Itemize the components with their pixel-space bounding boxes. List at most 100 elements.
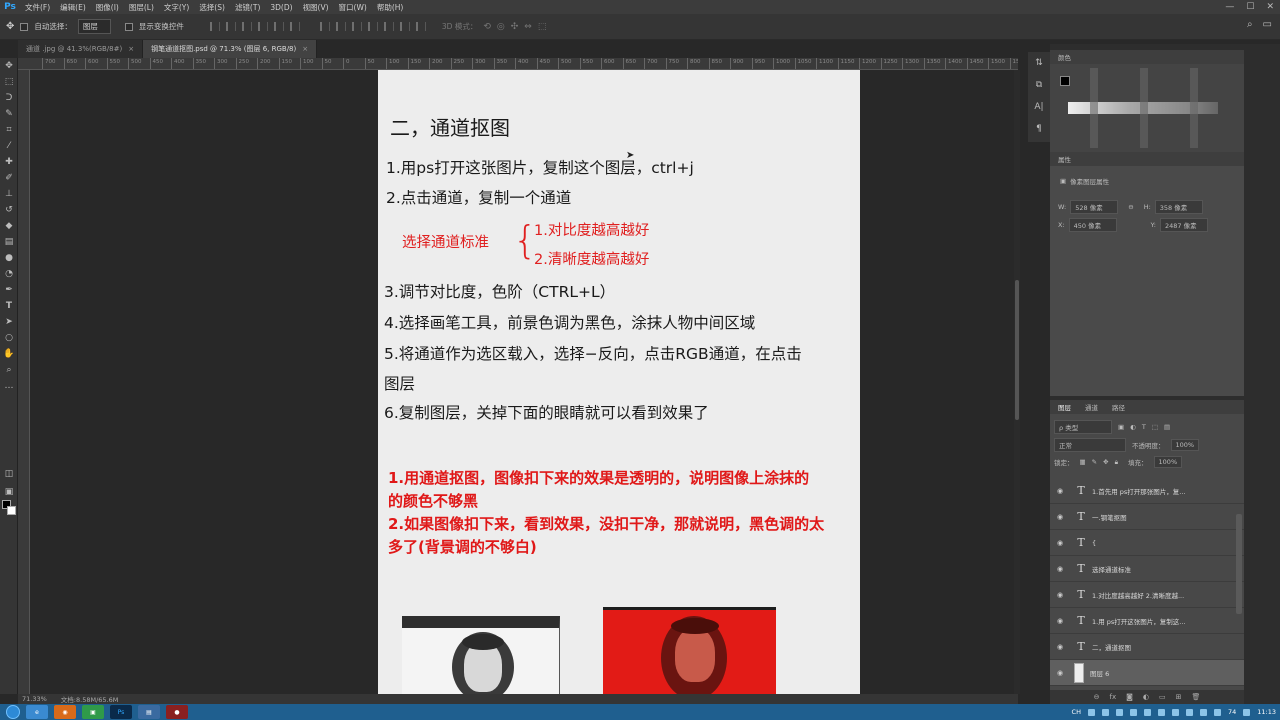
color-panel[interactable]	[1050, 64, 1244, 154]
3d-scale-icon[interactable]: ⬚	[538, 22, 547, 32]
layers-scrollbar[interactable]	[1236, 514, 1242, 614]
eye-icon[interactable]: ◉	[1050, 617, 1070, 625]
clock[interactable]: 11:13	[1257, 708, 1276, 716]
tray-icon[interactable]	[1115, 708, 1123, 716]
menu-layer[interactable]: 图层(L)	[124, 2, 159, 13]
layer-row[interactable]: ◉ T 1.首先用 ps打开那张图片，复...	[1050, 478, 1244, 504]
tab-paths[interactable]: 路径	[1112, 402, 1125, 412]
align-left-icon[interactable]	[257, 22, 268, 31]
eye-icon[interactable]: ◉	[1050, 539, 1070, 547]
w-field[interactable]: 528 像素	[1070, 200, 1119, 214]
menu-filter[interactable]: 滤镜(T)	[230, 2, 265, 13]
3d-roll-icon[interactable]: ◎	[497, 22, 505, 32]
photoshop-icon[interactable]: Ps	[110, 705, 132, 719]
eye-icon[interactable]: ◉	[1050, 643, 1070, 651]
align-right-icon[interactable]	[289, 22, 300, 31]
3d-slide-icon[interactable]: ⇔	[524, 22, 532, 32]
eraser-tool-icon[interactable]: ◆	[0, 218, 18, 234]
new-layer-icon[interactable]: ⊞	[1176, 693, 1182, 701]
path-select-tool-icon[interactable]: ➤	[0, 314, 18, 330]
tab-color[interactable]: 颜色	[1058, 52, 1071, 62]
eyedropper-tool-icon[interactable]: ⁄	[0, 138, 18, 154]
align-top-icon[interactable]	[209, 22, 220, 31]
tray-icon[interactable]	[1157, 708, 1165, 716]
filter-kind-select[interactable]: ρ 类型	[1054, 420, 1112, 434]
filter-type-icon[interactable]: T	[1142, 423, 1146, 431]
link-icon[interactable]: ⊖	[1128, 203, 1133, 211]
tray-icon[interactable]	[1143, 708, 1151, 716]
auto-align-icon[interactable]	[415, 22, 426, 31]
blend-mode-select[interactable]: 正常	[1054, 438, 1126, 452]
maximize-button[interactable]: ☐	[1246, 0, 1254, 14]
eye-icon[interactable]: ◉	[1050, 591, 1070, 599]
layer-row-selected[interactable]: ◉ 图层 6	[1050, 660, 1244, 686]
color-swatch-fg[interactable]	[1060, 76, 1070, 86]
chrome-icon[interactable]: ◉	[54, 705, 76, 719]
menu-view[interactable]: 视图(V)	[298, 2, 334, 13]
layer-row[interactable]: ◉ T 二，通道抠图	[1050, 634, 1244, 660]
eye-icon[interactable]: ◉	[1050, 669, 1070, 677]
lasso-tool-icon[interactable]: ᑐ	[0, 90, 18, 106]
x-field[interactable]: 450 像素	[1068, 218, 1117, 232]
auto-select-dropdown[interactable]: 图层	[77, 19, 111, 34]
zoom-level[interactable]: 71.33%	[22, 695, 47, 703]
distribute-vcenter-icon[interactable]	[335, 22, 346, 31]
show-transform-checkbox[interactable]	[124, 22, 133, 31]
lock-position-icon[interactable]: ✥	[1103, 458, 1108, 466]
quick-mask-icon[interactable]: ◫	[0, 466, 18, 482]
paragraph-icon[interactable]: ¶	[1028, 118, 1050, 140]
h-field[interactable]: 358 像素	[1154, 200, 1203, 214]
layer-row[interactable]: ◉ T 1.对比度越高越好 2.清晰度越...	[1050, 582, 1244, 608]
vertical-scrollbar[interactable]	[1014, 70, 1020, 694]
lock-pixels-icon[interactable]: ✎	[1092, 458, 1097, 466]
fill-field[interactable]: 100%	[1153, 456, 1183, 468]
search-icon[interactable]: ⌕	[1247, 19, 1253, 30]
app-icon[interactable]: ▣	[82, 705, 104, 719]
move-tool-icon[interactable]: ✥	[0, 58, 18, 74]
tray-icon[interactable]	[1213, 708, 1221, 716]
auto-select-checkbox[interactable]	[20, 22, 29, 31]
ellipse-tool-icon[interactable]: ○	[0, 330, 18, 346]
color-swatches[interactable]	[2, 500, 16, 516]
layer-row[interactable]: ◉ T 1.用 ps打开这张图片，复制这...	[1050, 608, 1244, 634]
layer-row[interactable]: ◉ T 选择通道标准	[1050, 556, 1244, 582]
tab-psd[interactable]: 钢笔通道抠图.psd @ 71.3% (图层 6, RGB/8) ×	[143, 40, 318, 58]
screen-mode-icon[interactable]: ▣	[0, 484, 18, 500]
menu-window[interactable]: 窗口(W)	[334, 2, 372, 13]
tray-icon[interactable]	[1199, 708, 1207, 716]
network-icon[interactable]	[1243, 708, 1251, 716]
eye-icon[interactable]: ◉	[1050, 513, 1070, 521]
tab-properties[interactable]: 属性	[1058, 154, 1071, 164]
menu-file[interactable]: 文件(F)	[20, 2, 55, 13]
explorer-icon[interactable]: ▤	[138, 705, 160, 719]
layer-row[interactable]: ◉ T 一.钢笔抠图	[1050, 504, 1244, 530]
close-icon[interactable]: ×	[128, 45, 134, 53]
document-canvas[interactable]: 二，通道抠图 1.用ps打开这张图片，复制这个图层，ctrl+j 2.点击通道，…	[378, 70, 860, 694]
filter-shape-icon[interactable]: ⬚	[1152, 423, 1158, 431]
menu-select[interactable]: 选择(S)	[194, 2, 230, 13]
group-icon[interactable]: ▭	[1159, 693, 1166, 701]
link-layers-icon[interactable]: ⊖	[1094, 693, 1100, 701]
distribute-left-icon[interactable]	[367, 22, 378, 31]
menu-3d[interactable]: 3D(D)	[265, 3, 297, 12]
align-vcenter-icon[interactable]	[225, 22, 236, 31]
recorder-icon[interactable]: ●	[166, 705, 188, 719]
lock-all-icon[interactable]: 🔒︎	[1115, 458, 1118, 467]
ime-indicator[interactable]: CH	[1072, 708, 1081, 716]
menu-help[interactable]: 帮助(H)	[372, 2, 409, 13]
tab-channel-jpg[interactable]: 通道 .jpg @ 41.3%(RGB/8#) ×	[18, 40, 144, 58]
dodge-tool-icon[interactable]: ◔	[0, 266, 18, 282]
pen-tool-icon[interactable]: ✒	[0, 282, 18, 298]
hand-tool-icon[interactable]: ✋	[0, 346, 18, 362]
stamp-tool-icon[interactable]: ⊥	[0, 186, 18, 202]
trash-icon[interactable]: 🗑︎	[1192, 693, 1201, 701]
close-button[interactable]: ✕	[1266, 0, 1274, 14]
character-icon[interactable]: A|	[1028, 96, 1050, 118]
eye-icon[interactable]: ◉	[1050, 487, 1070, 495]
scroll-thumb[interactable]	[1015, 280, 1019, 420]
start-button[interactable]	[6, 705, 20, 719]
history-brush-icon[interactable]: ↺	[0, 202, 18, 218]
canvas-area[interactable]: 二，通道抠图 1.用ps打开这张图片，复制这个图层，ctrl+j 2.点击通道，…	[30, 70, 1014, 694]
3d-pan-icon[interactable]: ✣	[511, 22, 519, 32]
crop-tool-icon[interactable]: ⌗	[0, 122, 18, 138]
